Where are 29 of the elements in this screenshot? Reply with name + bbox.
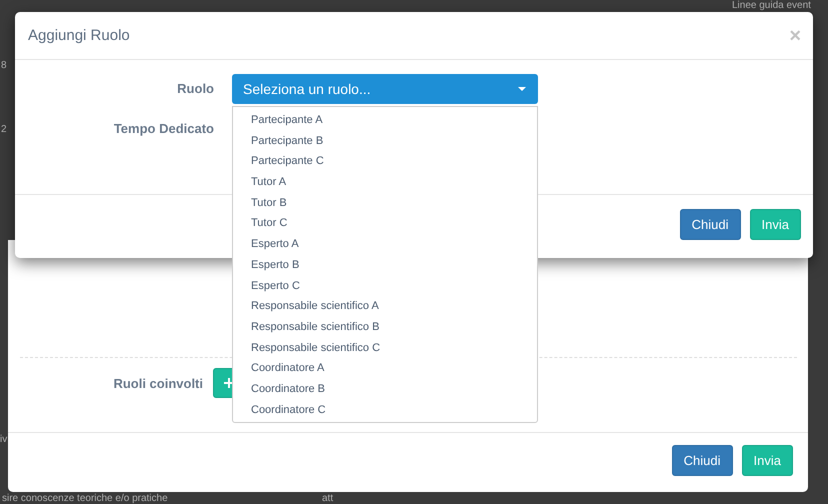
background-text: att xyxy=(322,493,334,504)
dropdown-option[interactable]: Partecipante A xyxy=(233,110,537,131)
dropdown-option[interactable]: Partecipante C xyxy=(233,151,537,172)
dropdown-option[interactable]: Partecipante B xyxy=(233,130,537,152)
dropdown-option[interactable]: Coordinatore C xyxy=(233,400,537,420)
dropdown-option[interactable]: Coordinatore B xyxy=(233,378,537,400)
dropdown-option[interactable]: Tutor A xyxy=(233,172,537,193)
dialog-title: Aggiungi Ruolo xyxy=(28,27,130,44)
role-select[interactable]: Seleziona un ruolo... xyxy=(232,74,538,104)
dialog-button[interactable]: Chiudi xyxy=(680,209,741,240)
background-text: iv xyxy=(0,434,8,445)
dialog-button[interactable]: Chiudi xyxy=(672,445,733,476)
dropdown-option[interactable]: Esperto B xyxy=(233,254,537,276)
dropdown-option[interactable]: Esperto C xyxy=(233,276,537,296)
dropdown-option[interactable]: Tutor C xyxy=(233,213,537,234)
background-text: 8 xyxy=(1,60,7,71)
dropdown-option[interactable]: Tutor B xyxy=(233,192,537,214)
dropdown-option[interactable]: Responsabile scientifico B xyxy=(233,316,537,338)
dropdown-option[interactable]: Esperto A xyxy=(233,234,537,255)
background-text: Linee guida event xyxy=(732,0,811,11)
background-text: 2 xyxy=(1,124,7,135)
dropdown-option[interactable]: Responsabile scientifico C xyxy=(233,338,537,358)
field-label: Ruoli coinvolti xyxy=(112,376,203,390)
dropdown-option[interactable]: Coordinatore A xyxy=(233,358,537,379)
caret-icon xyxy=(518,87,526,91)
field-label: Ruolo xyxy=(176,80,214,98)
dropdown-option[interactable]: Responsabile scientifico A xyxy=(233,296,537,317)
field-label: Tempo Dedicato xyxy=(112,120,214,138)
background-text: sire conoscenze teoriche e/o pratiche xyxy=(2,493,168,504)
